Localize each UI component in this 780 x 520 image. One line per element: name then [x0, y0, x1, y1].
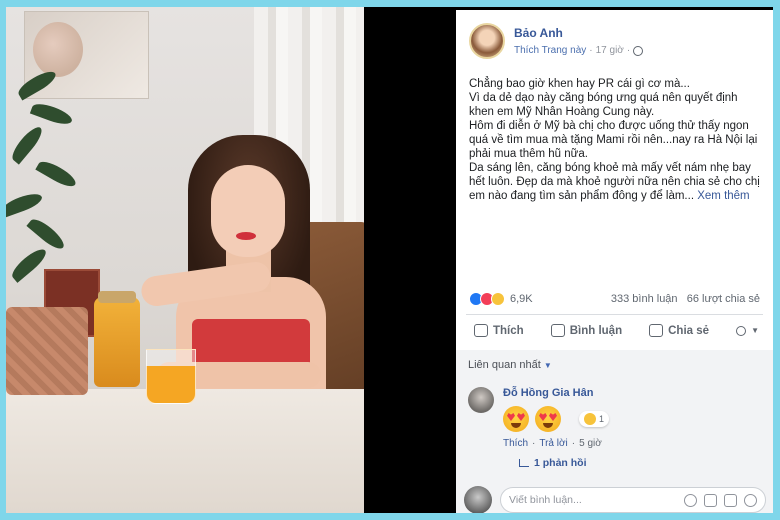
sticker-icon[interactable] [744, 493, 757, 507]
post-text: Chẳng bao giờ khen hay PR cái gì cơ mà..… [469, 77, 765, 203]
product-jar [94, 291, 140, 387]
chevron-down-icon: ▼ [543, 361, 552, 370]
post-panel: Bảo Anh Thích Trang này · 17 giờ · Chẳng… [456, 10, 773, 513]
haha-reaction-icon [584, 413, 596, 425]
camera-icon[interactable] [704, 493, 717, 507]
comment-input[interactable]: Viết bình luận... [500, 487, 766, 513]
handbag [6, 307, 88, 395]
reply-arrow-icon [519, 459, 529, 467]
see-more-link[interactable]: Xem thêm [697, 190, 749, 202]
comment-time[interactable]: 5 giờ [579, 438, 602, 449]
comment-emojis: 1 [503, 406, 610, 432]
commenter-name[interactable]: Đỗ Hồng Gia Hân [503, 387, 609, 399]
reaction-count: 6,9K [510, 293, 533, 305]
comment-icon [550, 324, 565, 337]
haha-reaction-icon [491, 292, 505, 306]
reaction-summary[interactable]: 6,9K [469, 292, 533, 306]
comment-reaction-badge[interactable]: 1 [579, 411, 610, 427]
table [6, 389, 364, 513]
reaction-bar: 6,9K 333 bình luận 66 lượt chia sẻ [469, 292, 760, 306]
post-meta: Thích Trang này · 17 giờ · [514, 45, 644, 56]
share-button[interactable]: Chia sẻ [649, 324, 709, 337]
emoji-icon[interactable] [684, 493, 697, 507]
post-header: Bảo Anh Thích Trang này · 17 giờ · [469, 23, 644, 59]
juice-glass [146, 349, 196, 404]
globe-icon [736, 325, 747, 336]
comments-section: Liên quan nhất ▼ Đỗ Hồng Gia Hân 1 Thích… [456, 350, 773, 513]
chevron-down-icon: ▼ [751, 326, 759, 335]
comment-meta: Thích · Trả lời · 5 giờ [503, 438, 602, 449]
share-count[interactable]: 66 lượt chia sẻ [687, 293, 760, 305]
post-time[interactable]: 17 giờ [596, 45, 624, 56]
like-icon [474, 324, 488, 337]
woman-face [211, 165, 285, 257]
comment-reply-link[interactable]: Trả lời [539, 438, 567, 449]
divider [466, 314, 763, 315]
like-button[interactable]: Thích [474, 324, 524, 337]
post-photo[interactable] [6, 7, 364, 513]
globe-icon [633, 45, 644, 56]
comment-filter[interactable]: Liên quan nhất ▼ [468, 359, 552, 371]
audience-selector[interactable]: ▼ [736, 325, 759, 336]
heart-eyes-emoji-icon [503, 406, 529, 432]
post-body-text: Chẳng bao giờ khen hay PR cái gì cơ mà..… [469, 78, 760, 202]
comment-item: Đỗ Hồng Gia Hân 1 Thích · Trả lời · 5 gi… [468, 387, 610, 449]
commenter-avatar[interactable] [468, 387, 494, 413]
comment-like-link[interactable]: Thích [503, 438, 528, 449]
gif-icon[interactable] [724, 493, 737, 507]
screenshot-frame: Bảo Anh Thích Trang này · 17 giờ · Chẳng… [6, 7, 773, 513]
share-icon [649, 324, 664, 337]
comment-button[interactable]: Bình luận [550, 324, 622, 337]
write-comment-row: Viết bình luận... [464, 486, 766, 513]
view-replies-link[interactable]: 1 phản hồi [519, 457, 587, 469]
author-avatar[interactable] [469, 23, 505, 59]
like-page-link[interactable]: Thích Trang này [514, 45, 586, 56]
author-name[interactable]: Bảo Anh [514, 26, 643, 40]
current-user-avatar [464, 486, 492, 513]
heart-eyes-emoji-icon [535, 406, 561, 432]
action-bar: Thích Bình luận Chia sẻ ▼ [474, 324, 759, 337]
comment-count[interactable]: 333 bình luận [611, 293, 678, 305]
